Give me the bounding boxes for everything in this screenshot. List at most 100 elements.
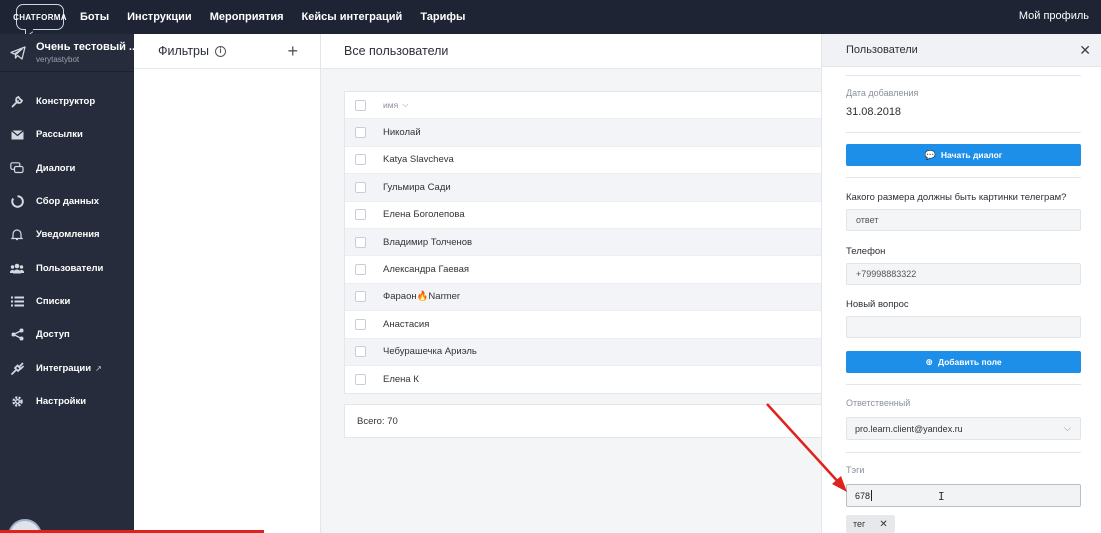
table-row[interactable]: Владимир Толченов	[345, 228, 823, 257]
row-checkbox[interactable]	[355, 374, 366, 386]
close-icon[interactable]: ✕	[1079, 42, 1091, 59]
user-name: Katya Slavcheva	[383, 154, 454, 166]
row-checkbox[interactable]	[355, 264, 366, 276]
sidebar-item-dialogs[interactable]: Диалоги	[0, 152, 134, 185]
row-checkbox[interactable]	[355, 154, 366, 166]
row-checkbox[interactable]	[355, 127, 366, 139]
table-header-row: имя ⌵	[345, 92, 823, 120]
table-row[interactable]: Katya Slavcheva	[345, 147, 823, 175]
tags-input-value: 678	[855, 490, 871, 501]
table-row[interactable]: Анастасия	[345, 311, 823, 339]
question-answer-field[interactable]: ответ	[846, 209, 1081, 231]
sidebar-item-mailings[interactable]: Рассылки	[0, 118, 134, 151]
select-all-checkbox[interactable]	[355, 99, 366, 111]
date-added-value: 31.08.2018	[846, 106, 902, 118]
column-header-name[interactable]: имя	[383, 100, 398, 110]
responsible-value: pro.learn.client@yandex.ru	[855, 423, 963, 434]
user-name: Елена Боголепова	[383, 209, 465, 221]
start-dialog-button[interactable]: 💬 Начать диалог	[846, 144, 1081, 166]
row-checkbox[interactable]	[355, 236, 366, 248]
sidebar-item-users[interactable]: Пользователи	[0, 251, 134, 284]
row-checkbox[interactable]	[355, 209, 366, 221]
nav-pricing[interactable]: Тарифы	[420, 11, 465, 23]
users-list-header: Все пользователи	[321, 34, 821, 69]
tag-chip[interactable]: тег ✕	[846, 515, 895, 533]
filters-header: Фильтры i +	[134, 34, 320, 69]
add-field-label: Добавить поле	[937, 357, 1002, 367]
plug-icon	[10, 361, 24, 375]
ibeam-cursor-icon: I	[938, 490, 945, 503]
close-icon[interactable]: ✕	[879, 519, 887, 530]
divider	[846, 384, 1081, 385]
user-name: Александра Гаевая	[383, 264, 470, 276]
sidebar-item-lists[interactable]: Списки	[0, 285, 134, 318]
add-filter-button[interactable]: +	[287, 41, 298, 62]
sidebar-item-label: Диалоги	[36, 162, 76, 174]
sidebar-item-access[interactable]: Доступ	[0, 318, 134, 351]
chevron-down-icon[interactable]: ⌵	[402, 100, 408, 110]
sidebar-item-constructor[interactable]: Конструктор	[0, 85, 134, 118]
phone-field[interactable]: +79998883322	[846, 263, 1081, 285]
sidebar-item-integrations[interactable]: Интеграции ↗	[0, 351, 134, 384]
bot-selector[interactable]: Очень тестовый ... verytastybot	[0, 34, 138, 72]
chat-icon: 💬	[924, 149, 936, 160]
question-label: Какого размера должны быть картинки теле…	[846, 192, 1067, 203]
tags-label: Тэги	[846, 465, 865, 475]
sidebar-item-label: Доступ	[36, 329, 70, 341]
table-row[interactable]: Николай	[345, 119, 823, 147]
row-checkbox[interactable]	[355, 318, 366, 330]
nav-events[interactable]: Мероприятия	[210, 11, 284, 23]
users-table: имя ⌵ Николай Katya Slavcheva Гульмира С…	[344, 91, 824, 395]
main-nav: Боты Инструкции Мероприятия Кейсы интегр…	[80, 11, 483, 23]
user-name: Елена К	[383, 374, 419, 386]
divider	[846, 177, 1081, 178]
tags-input[interactable]: 678 I	[846, 484, 1081, 507]
sidebar-item-label: Настройки	[36, 395, 87, 407]
row-checkbox[interactable]	[355, 181, 366, 193]
chat-icon	[10, 161, 24, 175]
info-icon[interactable]: i	[214, 45, 226, 57]
top-navbar: CHATFORMA Боты Инструкции Мероприятия Ке…	[0, 0, 1101, 34]
new-question-field[interactable]	[846, 316, 1081, 338]
gear-icon	[10, 394, 24, 408]
start-dialog-label: Начать диалог	[940, 150, 1003, 160]
sidebar-item-label: Рассылки	[36, 129, 83, 141]
sidebar-menu: Конструктор Рассылки Диалоги Сбор данных…	[0, 85, 134, 418]
nav-bots[interactable]: Боты	[80, 11, 109, 23]
sidebar-item-settings[interactable]: Настройки	[0, 385, 134, 418]
chatforma-logo[interactable]: CHATFORMA	[13, 4, 67, 30]
sidebar-item-notifications[interactable]: Уведомления	[0, 218, 134, 251]
row-checkbox[interactable]	[355, 291, 366, 303]
circle-icon	[10, 195, 24, 209]
add-field-button[interactable]: ⊕ Добавить поле	[846, 351, 1081, 373]
sidebar-item-label: Сбор данных	[36, 196, 100, 208]
phone-value: +79998883322	[856, 269, 917, 279]
telegram-icon	[10, 45, 26, 61]
table-row[interactable]: Елена К	[345, 366, 823, 393]
list-icon	[10, 294, 24, 308]
text-caret	[871, 490, 873, 501]
user-name: Фараон🔥Narmer	[383, 291, 461, 303]
question-answer-value: ответ	[856, 215, 879, 225]
row-checkbox[interactable]	[355, 346, 366, 358]
table-row[interactable]: Фараон🔥Narmer	[345, 283, 823, 312]
sidebar-item-data-collection[interactable]: Сбор данных	[0, 185, 134, 218]
table-row[interactable]: Чебурашечка Ариэль	[345, 338, 823, 366]
table-row[interactable]: Александра Гаевая	[345, 256, 823, 284]
my-profile-link[interactable]: Мой профиль	[1019, 10, 1089, 22]
nav-instructions[interactable]: Инструкции	[127, 11, 192, 23]
responsible-select[interactable]: pro.learn.client@yandex.ru ⌵	[846, 417, 1081, 440]
user-name: Чебурашечка Ариэль	[383, 346, 477, 358]
date-added-label: Дата добавления	[846, 88, 919, 98]
external-link-icon: ↗	[95, 363, 102, 373]
user-name: Николай	[383, 127, 421, 139]
sidebar-item-label: Интеграции	[36, 362, 92, 374]
nav-integration-cases[interactable]: Кейсы интеграций	[302, 11, 403, 23]
total-count: Всего: 70	[344, 404, 824, 438]
bell-icon	[10, 228, 24, 242]
divider	[846, 452, 1081, 453]
table-row[interactable]: Елена Боголепова	[345, 202, 823, 229]
sidebar-item-label: Списки	[36, 295, 71, 307]
sidebar-item-label: Пользователи	[36, 262, 104, 274]
table-row[interactable]: Гульмира Сади	[345, 174, 823, 202]
